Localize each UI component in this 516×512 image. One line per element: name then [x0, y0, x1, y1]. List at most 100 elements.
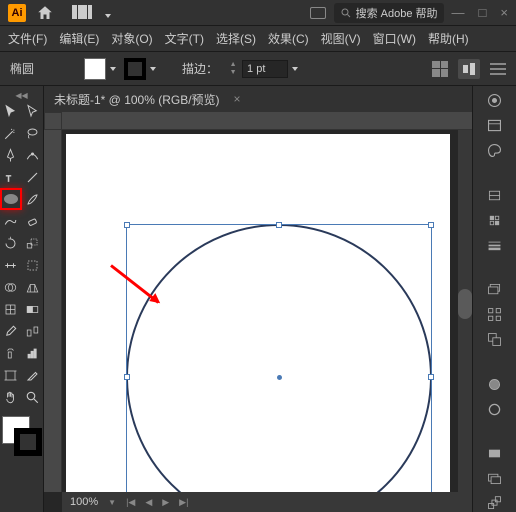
stroke-color-swatch[interactable] [124, 58, 146, 80]
layers-panel-icon[interactable] [483, 281, 507, 298]
scrollbar-thumb[interactable] [458, 289, 472, 319]
scale-tool[interactable] [22, 232, 44, 254]
tab-title: 未标题-1* @ 100% (RGB/预览) [54, 91, 220, 108]
shaper-tool[interactable] [0, 210, 22, 232]
menu-edit[interactable]: 编辑(E) [59, 30, 99, 47]
fill-color-swatch[interactable] [84, 58, 106, 80]
document-tab[interactable]: 未标题-1* @ 100% (RGB/预览) × [44, 86, 472, 112]
align-panel-icon[interactable] [483, 306, 507, 323]
magic-wand-tool[interactable] [0, 122, 22, 144]
graph-tool[interactable] [22, 342, 44, 364]
stroke-label: 描边： [182, 60, 218, 77]
menu-type[interactable]: 文字(T) [165, 30, 204, 47]
transparency-panel-icon[interactable] [483, 376, 507, 393]
vertical-scrollbar[interactable] [458, 130, 472, 492]
menu-object[interactable]: 对象(O) [111, 30, 152, 47]
eyedropper-tool[interactable] [0, 320, 22, 342]
slice-tool[interactable] [22, 364, 44, 386]
properties-panel-icon[interactable] [483, 92, 507, 109]
minimize-button[interactable]: — [452, 5, 465, 20]
menu-window[interactable]: 窗口(W) [373, 30, 416, 47]
zoom-value[interactable]: 100% [70, 496, 98, 508]
chevron-down-icon[interactable]: ▼ [108, 498, 116, 507]
mesh-tool[interactable] [0, 298, 22, 320]
pen-tool[interactable] [0, 144, 22, 166]
direct-selection-tool[interactable] [22, 100, 44, 122]
left-toolbar: ◀◀ T [0, 86, 44, 512]
shape-builder-tool[interactable] [0, 276, 22, 298]
svg-text:T: T [6, 174, 11, 183]
chevron-down-icon[interactable] [150, 67, 156, 71]
brushes-panel-icon[interactable] [483, 187, 507, 204]
eraser-tool[interactable] [22, 210, 44, 232]
panel-menu-icon[interactable] [490, 63, 506, 75]
zoom-tool[interactable] [22, 386, 44, 408]
symbol-sprayer-tool[interactable] [0, 342, 22, 364]
lasso-tool[interactable] [22, 122, 44, 144]
align-panel-icon[interactable] [458, 59, 480, 79]
ruler-corner[interactable] [44, 112, 62, 130]
free-transform-tool[interactable] [22, 254, 44, 276]
handle-top-center[interactable] [276, 222, 282, 228]
bounding-box[interactable] [126, 224, 432, 512]
app-logo-icon: Ai [8, 4, 26, 22]
layout-switcher-icon[interactable] [72, 5, 96, 21]
menu-help[interactable]: 帮助(H) [428, 30, 469, 47]
maximize-button[interactable]: □ [479, 5, 487, 20]
paintbrush-tool[interactable] [22, 188, 43, 210]
chevron-down-icon[interactable] [105, 14, 111, 18]
stroke-stepper[interactable]: ▲▼ [226, 61, 240, 77]
color-panel-icon[interactable] [483, 142, 507, 159]
line-tool[interactable] [22, 166, 44, 188]
grid-icon[interactable] [432, 61, 448, 77]
artboard-tool[interactable] [0, 364, 22, 386]
curvature-tool[interactable] [22, 144, 44, 166]
collapse-icon[interactable]: ◀◀ [0, 90, 43, 100]
handle-top-left[interactable] [124, 222, 130, 228]
handle-top-right[interactable] [428, 222, 434, 228]
stroke-panel-icon[interactable] [483, 237, 507, 254]
right-panel [472, 86, 516, 512]
nav-last-icon[interactable]: ▶| [179, 497, 188, 508]
nav-next-icon[interactable]: ▶ [162, 497, 169, 508]
symbols-panel-icon[interactable] [483, 212, 507, 229]
menu-file[interactable]: 文件(F) [8, 30, 47, 47]
appearance-panel-icon[interactable] [483, 401, 507, 418]
close-button[interactable]: × [500, 5, 508, 20]
artboard[interactable] [66, 134, 450, 512]
stroke-value-input[interactable]: 1 pt [242, 60, 288, 78]
chevron-down-icon[interactable] [292, 67, 298, 71]
menu-effect[interactable]: 效果(C) [268, 30, 309, 47]
handle-mid-right[interactable] [428, 374, 434, 380]
canvas-area[interactable]: 未标题-1* @ 100% (RGB/预览) × 100% ▼ |◀ [44, 86, 472, 512]
ellipse-tool[interactable] [0, 188, 22, 210]
pathfinder-panel-icon[interactable] [483, 331, 507, 348]
rotate-tool[interactable] [0, 232, 22, 254]
menu-view[interactable]: 视图(V) [321, 30, 361, 47]
selection-tool[interactable] [0, 100, 22, 122]
width-tool[interactable] [0, 254, 22, 276]
menu-select[interactable]: 选择(S) [216, 30, 256, 47]
nav-prev-icon[interactable]: ◀ [145, 497, 152, 508]
ruler-vertical[interactable] [44, 130, 62, 492]
handle-mid-left[interactable] [124, 374, 130, 380]
asset-export-panel-icon[interactable] [483, 495, 507, 512]
search-placeholder: 搜索 Adobe 帮助 [356, 5, 438, 21]
libraries-panel-icon[interactable] [483, 117, 507, 134]
ruler-horizontal[interactable] [62, 112, 472, 130]
perspective-tool[interactable] [22, 276, 44, 298]
search-icon [340, 7, 352, 19]
workspace-icon[interactable] [310, 7, 326, 19]
home-icon[interactable] [36, 4, 54, 22]
fill-stroke-swatch[interactable] [0, 414, 44, 458]
nav-first-icon[interactable]: |◀ [126, 497, 135, 508]
gradient-tool[interactable] [22, 298, 44, 320]
hand-tool[interactable] [0, 386, 22, 408]
chevron-down-icon[interactable] [110, 67, 116, 71]
close-tab-icon[interactable]: × [234, 92, 241, 106]
type-tool[interactable]: T [0, 166, 22, 188]
swatches-panel-icon[interactable] [483, 445, 507, 462]
search-input[interactable]: 搜索 Adobe 帮助 [334, 3, 444, 23]
blend-tool[interactable] [22, 320, 44, 342]
graphic-styles-panel-icon[interactable] [483, 470, 507, 487]
